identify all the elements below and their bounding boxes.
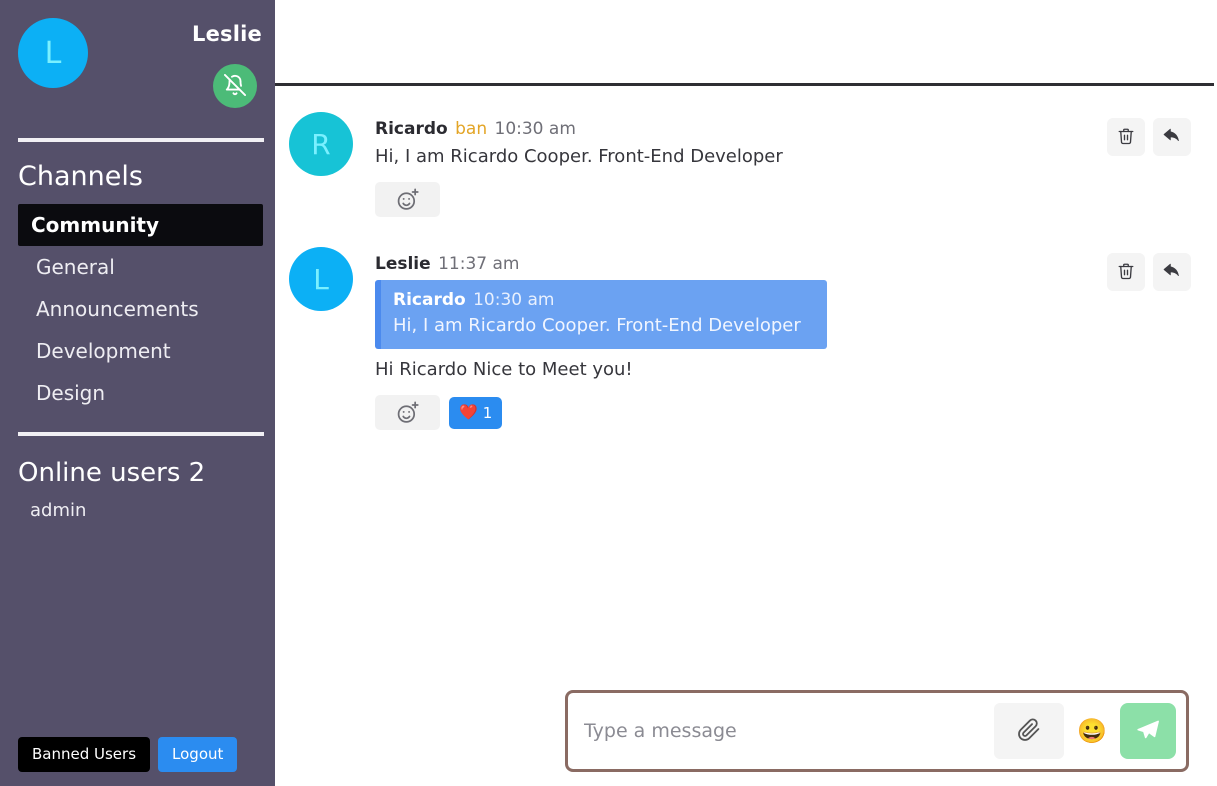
reaction-count: 1 (482, 403, 493, 422)
header-divider (275, 83, 1214, 86)
chat-header (275, 0, 1217, 86)
send-icon (1135, 717, 1161, 746)
trash-icon (1117, 127, 1135, 148)
sidebar-item-development[interactable]: Development (18, 330, 263, 372)
avatar-initial: L (313, 262, 329, 296)
message-body: Ricardo ban 10:30 am Hi, I am Ricardo Co… (375, 112, 1193, 218)
message-item: R Ricardo ban 10:30 am Hi, I am Ricardo … (275, 104, 1217, 225)
message-actions (1107, 118, 1191, 156)
message-body: Leslie 11:37 am Ricardo 10:30 am Hi, I a… (375, 247, 1193, 431)
sidebar-item-design[interactable]: Design (18, 372, 263, 414)
reaction-bar: ❤️ 1 (375, 395, 1193, 431)
emoji-picker-button[interactable]: 😀 (1072, 703, 1112, 759)
online-user-item: admin (30, 499, 87, 521)
avatar: L (289, 247, 353, 312)
message-timestamp: 11:37 am (438, 254, 520, 275)
sidebar-footer: Banned Users Logout (18, 737, 238, 772)
heart-icon: ❤️ (459, 403, 478, 422)
message-timestamp: 10:30 am (494, 119, 576, 139)
channels-heading: Channels (18, 161, 143, 192)
delete-message-button[interactable] (1107, 253, 1145, 292)
ban-user-link[interactable]: ban (455, 119, 487, 139)
message-meta: Ricardo ban 10:30 am (375, 118, 1193, 141)
message-input[interactable] (584, 714, 994, 748)
sidebar: L Leslie Channels Community General Anno… (0, 0, 275, 786)
banned-users-button[interactable]: Banned Users (18, 737, 151, 772)
avatar: L (18, 18, 88, 88)
reply-message-button[interactable] (1153, 118, 1191, 156)
reply-icon (1162, 261, 1182, 284)
chat-main: R Ricardo ban 10:30 am Hi, I am Ricardo … (275, 0, 1217, 786)
channel-list: Community General Announcements Developm… (0, 203, 275, 414)
delete-message-button[interactable] (1107, 118, 1145, 156)
reaction-heart[interactable]: ❤️ 1 (449, 396, 503, 429)
message-author: Ricardo (375, 119, 448, 139)
sidebar-header: L Leslie (0, 0, 275, 142)
message-text: Hi, I am Ricardo Cooper. Front-End Devel… (375, 145, 783, 167)
online-users-heading: Online users 2 (18, 457, 206, 488)
paperclip-icon (1017, 718, 1041, 745)
chat-app: L Leslie Channels Community General Anno… (0, 0, 1217, 786)
quoted-author: Ricardo (393, 289, 466, 310)
reply-icon (1162, 126, 1182, 149)
emoji-icon: 😀 (1077, 717, 1107, 745)
quoted-text: Hi, I am Ricardo Cooper. Front-End Devel… (393, 314, 801, 336)
avatar-initial: R (311, 127, 331, 161)
sidebar-item-general[interactable]: General (18, 246, 263, 288)
trash-icon (1117, 262, 1135, 283)
quoted-timestamp: 10:30 am (473, 289, 555, 310)
message-actions (1107, 253, 1191, 292)
sidebar-item-community[interactable]: Community (18, 203, 263, 246)
reply-message-button[interactable] (1153, 253, 1191, 292)
bell-off-icon (224, 73, 246, 99)
add-reaction-icon[interactable] (375, 395, 440, 431)
composer-actions: 😀 (994, 703, 1176, 759)
add-reaction-icon[interactable] (375, 182, 440, 218)
message-text: Hi Ricardo Nice to Meet you! (375, 358, 633, 380)
mute-notifications-button[interactable] (213, 64, 257, 108)
current-user-name: Leslie (192, 22, 262, 46)
message-author: Leslie (375, 254, 431, 275)
sidebar-item-announcements[interactable]: Announcements (18, 288, 263, 330)
message-meta: Leslie 11:37 am (375, 253, 1193, 276)
message-item: L Leslie 11:37 am Ricardo 10:30 am Hi, I… (275, 225, 1217, 438)
message-composer: 😀 (565, 690, 1189, 772)
logout-button[interactable]: Logout (158, 737, 238, 772)
reaction-bar (375, 182, 1193, 218)
quoted-meta: Ricardo 10:30 am (393, 289, 815, 313)
attach-file-button[interactable] (994, 703, 1064, 759)
send-message-button[interactable] (1120, 703, 1176, 759)
sidebar-divider-top (18, 138, 264, 142)
quoted-message[interactable]: Ricardo 10:30 am Hi, I am Ricardo Cooper… (375, 279, 827, 349)
avatar-initial: L (44, 35, 62, 71)
avatar: R (289, 112, 353, 176)
message-list[interactable]: R Ricardo ban 10:30 am Hi, I am Ricardo … (275, 90, 1217, 676)
